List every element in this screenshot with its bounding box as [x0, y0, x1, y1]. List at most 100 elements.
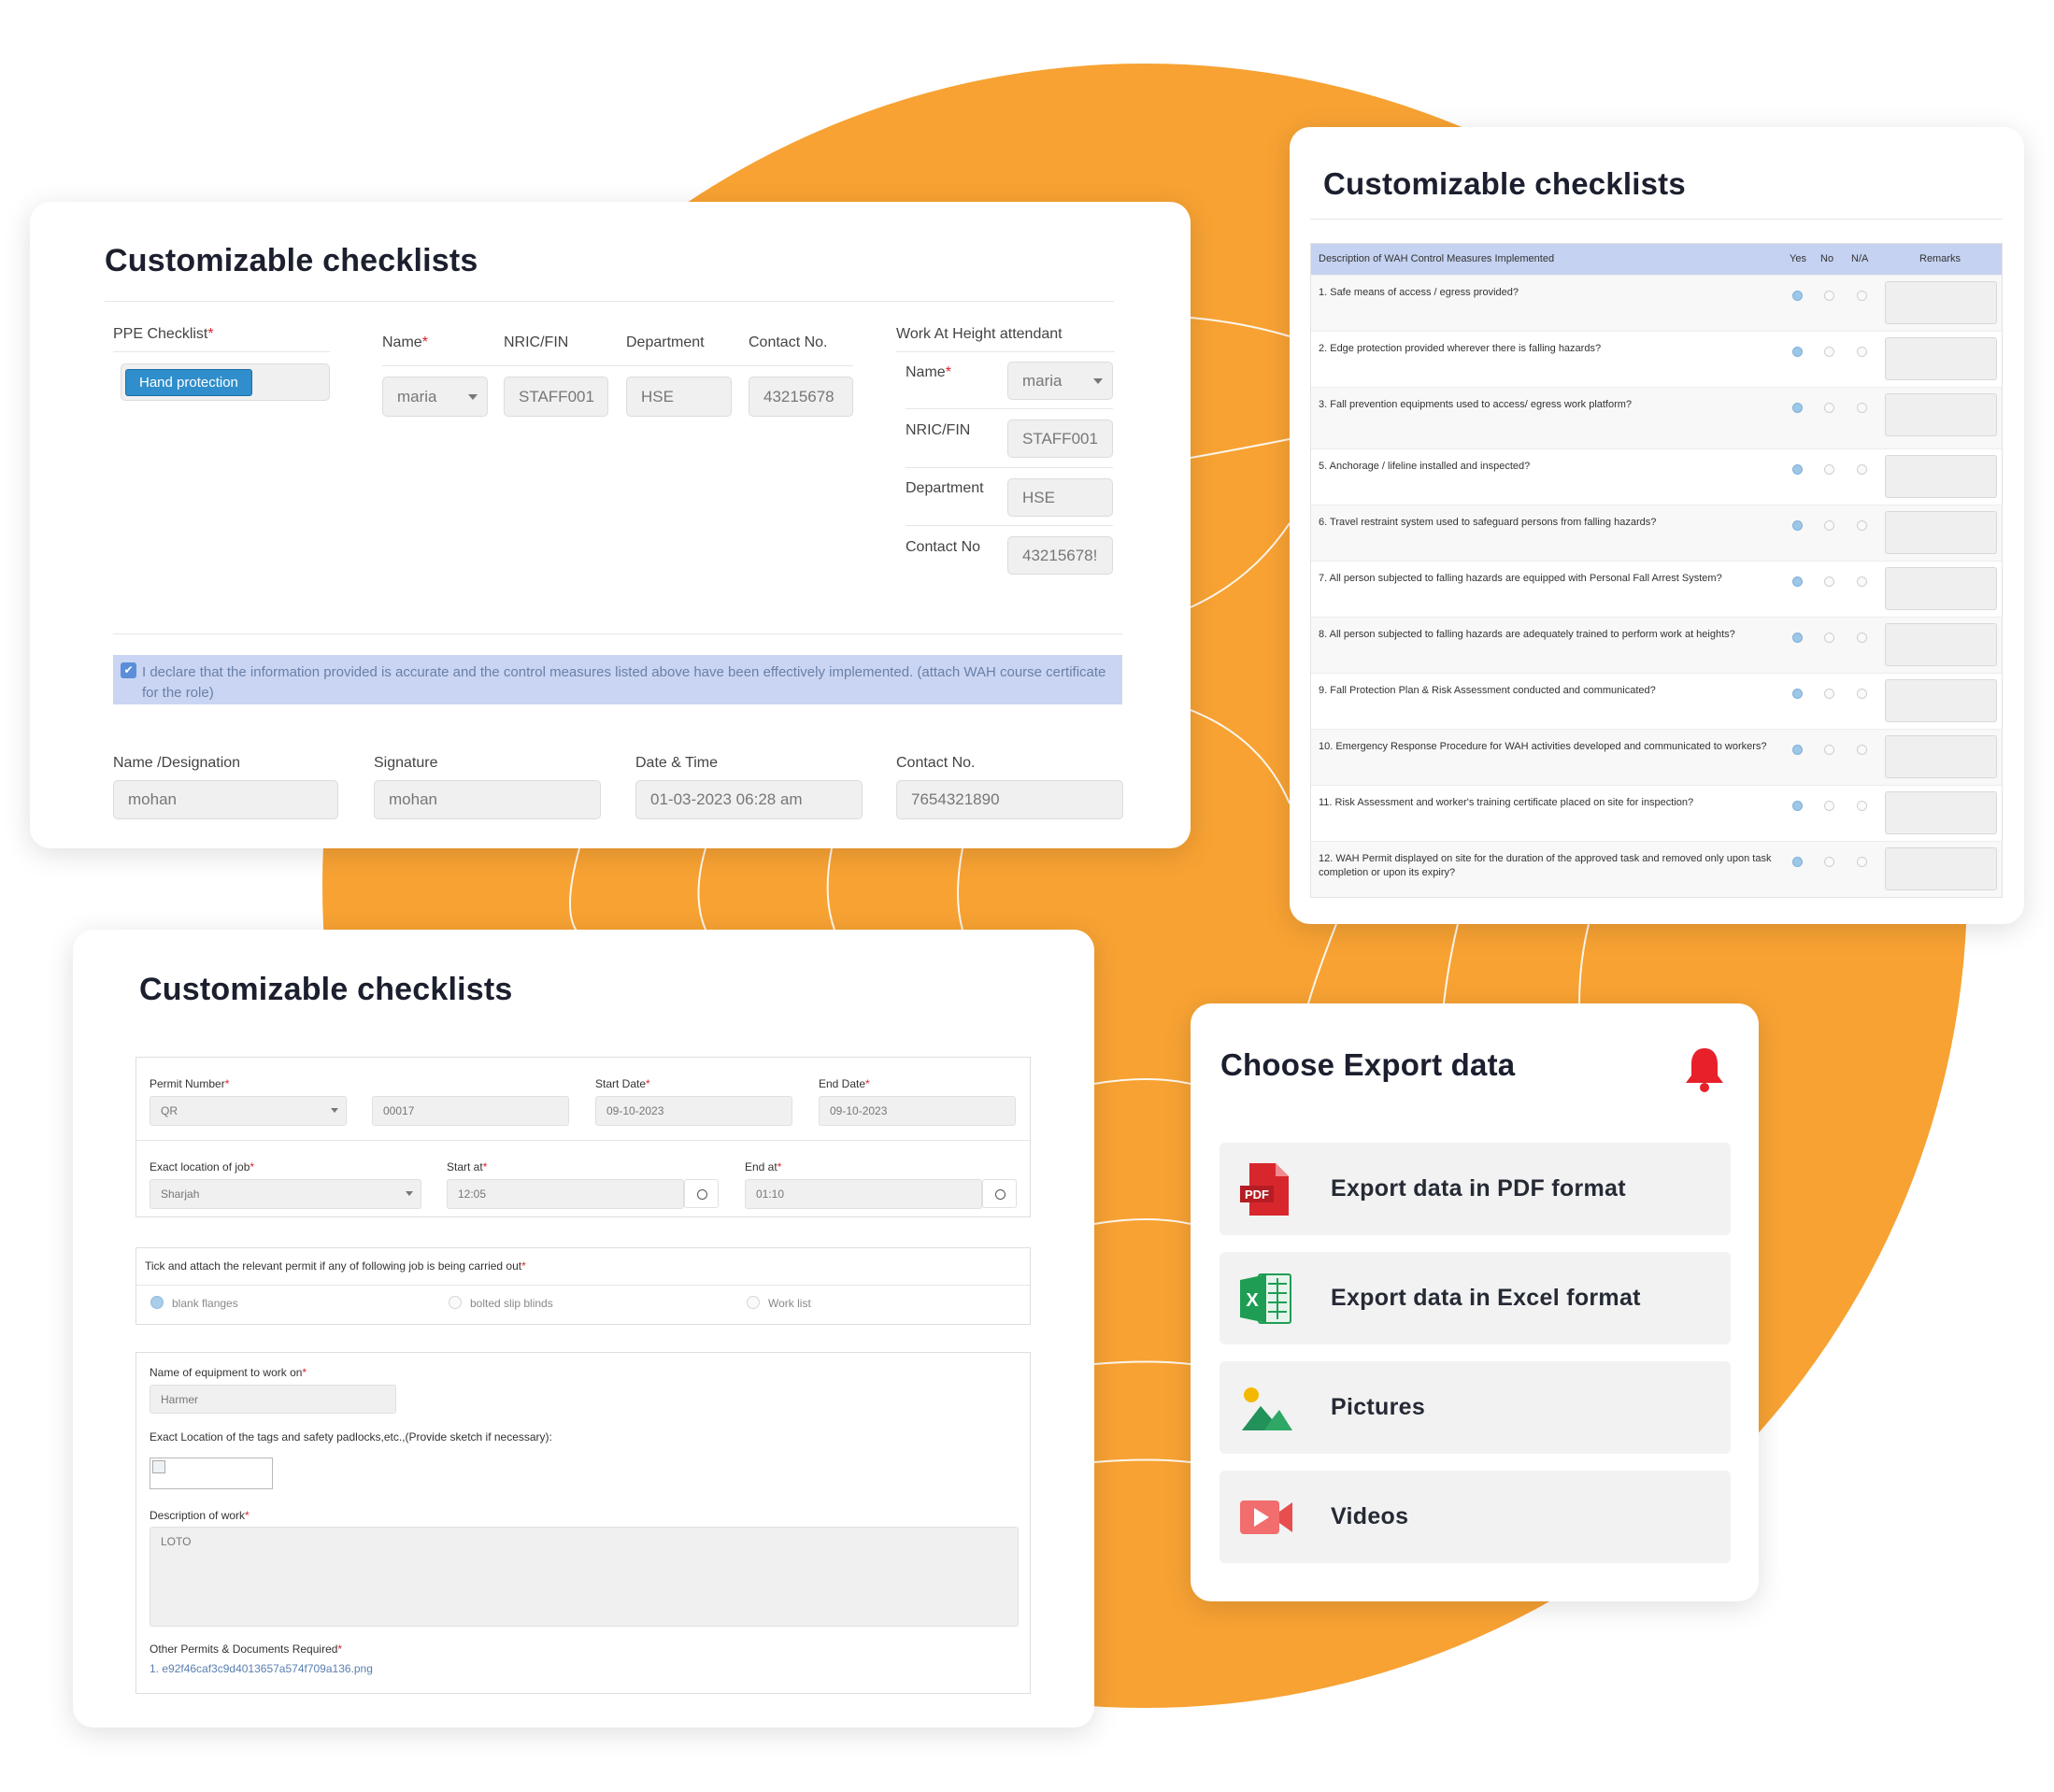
row-divider	[382, 365, 853, 366]
export-pictures-button[interactable]: Pictures	[1220, 1361, 1731, 1454]
radio-yes[interactable]	[1792, 801, 1803, 811]
remarks-input[interactable]	[1885, 455, 1997, 498]
start-time-field[interactable]: 12:05	[447, 1179, 684, 1209]
table-row: 8. All person subjected to falling hazar…	[1311, 617, 2002, 673]
name-select[interactable]: maria	[382, 377, 488, 417]
radio-na[interactable]	[1857, 576, 1867, 587]
radio-na[interactable]	[1857, 801, 1867, 811]
equipment-field[interactable]: Harmer	[150, 1385, 396, 1414]
attached-file-link[interactable]: 1. e92f46caf3c9d4013657a574f709a136.png	[150, 1662, 373, 1675]
start-date-field[interactable]: 09-10-2023	[595, 1096, 792, 1126]
end-date-field[interactable]: 09-10-2023	[819, 1096, 1016, 1126]
export-excel-button[interactable]: X Export data in Excel format	[1220, 1252, 1731, 1344]
row-description: 6. Travel restraint system used to safeg…	[1319, 517, 1657, 528]
broken-image-icon	[152, 1460, 165, 1473]
department-field[interactable]: HSE	[626, 377, 732, 417]
location-select[interactable]: Sharjah	[150, 1179, 421, 1209]
radio-no[interactable]	[1824, 857, 1834, 867]
radio-na[interactable]	[1857, 689, 1867, 699]
radio-no[interactable]	[1824, 576, 1834, 587]
clock-icon[interactable]	[684, 1179, 719, 1208]
remarks-input[interactable]	[1885, 337, 1997, 380]
signature-field[interactable]: mohan	[374, 780, 601, 819]
table-row: 12. WAH Permit displayed on site for the…	[1311, 841, 2002, 897]
title-divider	[1310, 219, 2003, 220]
radio-no[interactable]	[1824, 520, 1834, 531]
radio-na[interactable]	[1857, 347, 1867, 357]
radio-yes[interactable]	[1792, 347, 1803, 357]
contact-field[interactable]: 43215678	[749, 377, 853, 417]
attendant-contact-label: Contact No	[906, 539, 981, 555]
sig-label-signature: Signature	[374, 755, 438, 771]
radio-na[interactable]	[1857, 857, 1867, 867]
radio-na[interactable]	[1857, 291, 1867, 301]
remarks-input[interactable]	[1885, 567, 1997, 610]
radio-na[interactable]	[1857, 745, 1867, 755]
radio-bolted-slip-blinds[interactable]	[449, 1296, 462, 1309]
remarks-input[interactable]	[1885, 735, 1997, 778]
radio-no[interactable]	[1824, 347, 1834, 357]
export-pdf-button[interactable]: PDF Export data in PDF format	[1220, 1143, 1731, 1235]
radio-na[interactable]	[1857, 520, 1867, 531]
end-time-field[interactable]: 01:10	[745, 1179, 982, 1209]
wah-checklist-card: Customizable checklists Description of W…	[1290, 127, 2024, 924]
nric-field[interactable]: STAFF001	[504, 377, 608, 417]
radio-no[interactable]	[1824, 745, 1834, 755]
attendant-name-select[interactable]: maria	[1007, 362, 1113, 400]
header-no: No	[1820, 253, 1834, 264]
remarks-input[interactable]	[1885, 511, 1997, 554]
table-row: 5. Anchorage / lifeline installed and in…	[1311, 448, 2002, 505]
table-row: 1. Safe means of access / egress provide…	[1311, 275, 2002, 331]
radio-no[interactable]	[1824, 403, 1834, 413]
ppe-select[interactable]: Hand protection	[121, 363, 330, 401]
export-title: Choose Export data	[1220, 1047, 1516, 1082]
radio-na[interactable]	[1857, 403, 1867, 413]
remarks-input[interactable]	[1885, 679, 1997, 722]
radio-yes[interactable]	[1792, 403, 1803, 413]
radio-blank-flanges[interactable]	[150, 1296, 164, 1309]
attendant-contact-field[interactable]: 43215678!	[1007, 536, 1113, 575]
clock-icon[interactable]	[982, 1179, 1017, 1208]
radio-no[interactable]	[1824, 801, 1834, 811]
bell-icon[interactable]	[1683, 1045, 1726, 1094]
radio-yes[interactable]	[1792, 689, 1803, 699]
row-description: 8. All person subjected to falling hazar…	[1319, 629, 1735, 640]
remarks-input[interactable]	[1885, 623, 1997, 666]
checkbox-checked-icon[interactable]: ✔	[121, 662, 136, 678]
radio-yes[interactable]	[1792, 291, 1803, 301]
description-textarea[interactable]: LOTO	[150, 1527, 1019, 1627]
remarks-input[interactable]	[1885, 847, 1997, 890]
designation-field[interactable]: mohan	[113, 780, 338, 819]
declaration-row[interactable]: ✔ I declare that the information provide…	[113, 655, 1122, 704]
radio-yes[interactable]	[1792, 857, 1803, 867]
radio-work-list[interactable]	[747, 1296, 760, 1309]
attendant-department-field[interactable]: HSE	[1007, 478, 1113, 517]
sig-contact-field[interactable]: 7654321890	[896, 780, 1123, 819]
radio-yes[interactable]	[1792, 576, 1803, 587]
remarks-input[interactable]	[1885, 281, 1997, 324]
chevron-down-icon	[331, 1108, 338, 1113]
permit-number-field[interactable]: 00017	[372, 1096, 569, 1126]
radio-na[interactable]	[1857, 464, 1867, 475]
datetime-field[interactable]: 01-03-2023 06:28 am	[635, 780, 863, 819]
radio-no[interactable]	[1824, 633, 1834, 643]
export-videos-button[interactable]: Videos	[1220, 1471, 1731, 1563]
radio-na[interactable]	[1857, 633, 1867, 643]
video-icon	[1240, 1500, 1292, 1534]
radio-yes[interactable]	[1792, 464, 1803, 475]
pdf-icon: PDF	[1240, 1163, 1289, 1216]
radio-no[interactable]	[1824, 291, 1834, 301]
nric-label: NRIC/FIN	[504, 334, 569, 350]
attendant-nric-field[interactable]: STAFF001	[1007, 420, 1113, 458]
radio-no[interactable]	[1824, 689, 1834, 699]
radio-yes[interactable]	[1792, 633, 1803, 643]
ppe-tag-hand-protection[interactable]: Hand protection	[125, 368, 252, 396]
remarks-input[interactable]	[1885, 393, 1997, 436]
remarks-input[interactable]	[1885, 791, 1997, 834]
radio-yes[interactable]	[1792, 745, 1803, 755]
sig-label-designation: Name /Designation	[113, 755, 241, 771]
radio-no[interactable]	[1824, 464, 1834, 475]
permit-type-select[interactable]: QR	[150, 1096, 347, 1126]
radio-yes[interactable]	[1792, 520, 1803, 531]
header-remarks: Remarks	[1919, 253, 1961, 264]
